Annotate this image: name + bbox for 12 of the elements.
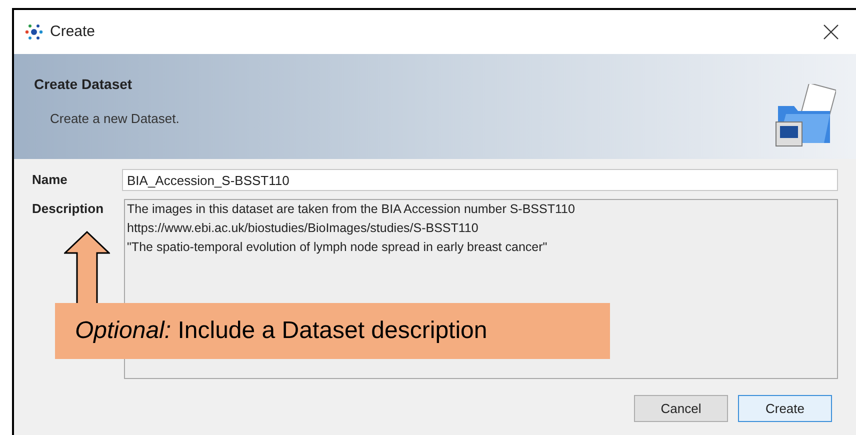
description-label: Description [32, 200, 105, 218]
header-title: Create Dataset [34, 75, 134, 94]
create-button[interactable]: Create [738, 395, 832, 422]
header-subtitle: Create a new Dataset. [49, 110, 180, 128]
window-title: Create [50, 22, 96, 42]
cancel-button[interactable]: Cancel [634, 395, 728, 422]
name-label: Name [32, 171, 68, 190]
app-logo-icon [24, 23, 44, 41]
name-field[interactable]: BIA_Accession_S-BSST110 [122, 169, 838, 191]
up-arrow-icon [64, 231, 110, 304]
close-icon [823, 24, 839, 40]
callout-note: Optional: Include a Dataset description [55, 303, 610, 359]
